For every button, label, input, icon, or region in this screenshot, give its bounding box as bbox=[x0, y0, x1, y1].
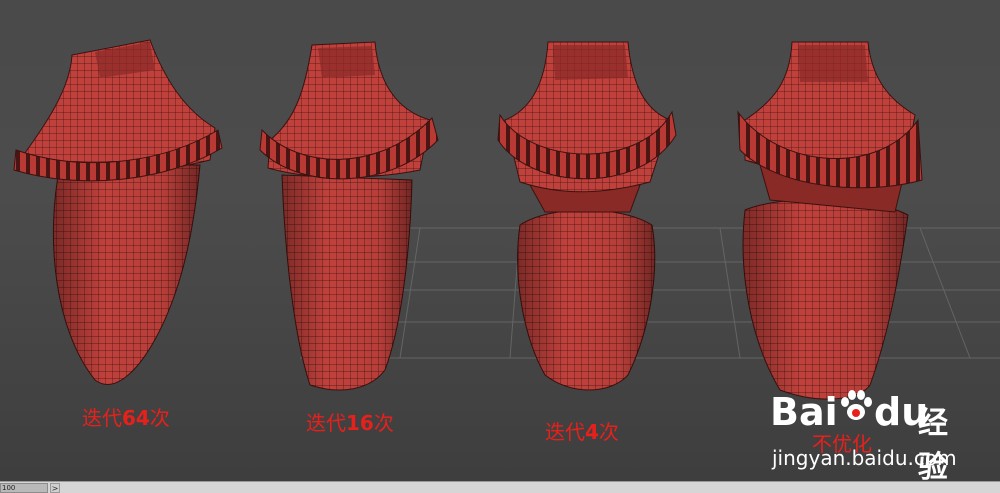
caption-64-iterations: 迭代64次 bbox=[82, 406, 170, 430]
brand-latin-1: Bai bbox=[770, 390, 838, 434]
chevron-right-icon: > bbox=[51, 484, 59, 493]
mesh-object-4 bbox=[737, 41, 923, 400]
mesh-object-3 bbox=[497, 41, 677, 391]
mesh-object-2 bbox=[259, 41, 439, 391]
baidu-jingyan-watermark: Bai du 经验 jingyan.baidu.com bbox=[770, 380, 970, 481]
brand-url: jingyan.baidu.com bbox=[772, 446, 957, 470]
frame-label: 100 bbox=[2, 484, 16, 492]
mesh-object-1 bbox=[13, 39, 223, 385]
caption-4-iterations: 迭代4次 bbox=[545, 420, 619, 444]
caption-16-iterations: 迭代16次 bbox=[306, 411, 394, 435]
time-slider-bar[interactable]: 100 > bbox=[0, 481, 1000, 493]
next-frame-button[interactable]: > bbox=[50, 483, 60, 493]
paw-icon bbox=[841, 390, 872, 420]
time-slider-thumb[interactable]: 100 bbox=[0, 483, 48, 493]
viewport-3d[interactable]: 迭代64次 迭代16次 迭代4次 不优化 Bai du 经验 jingyan.b… bbox=[0, 0, 1000, 481]
